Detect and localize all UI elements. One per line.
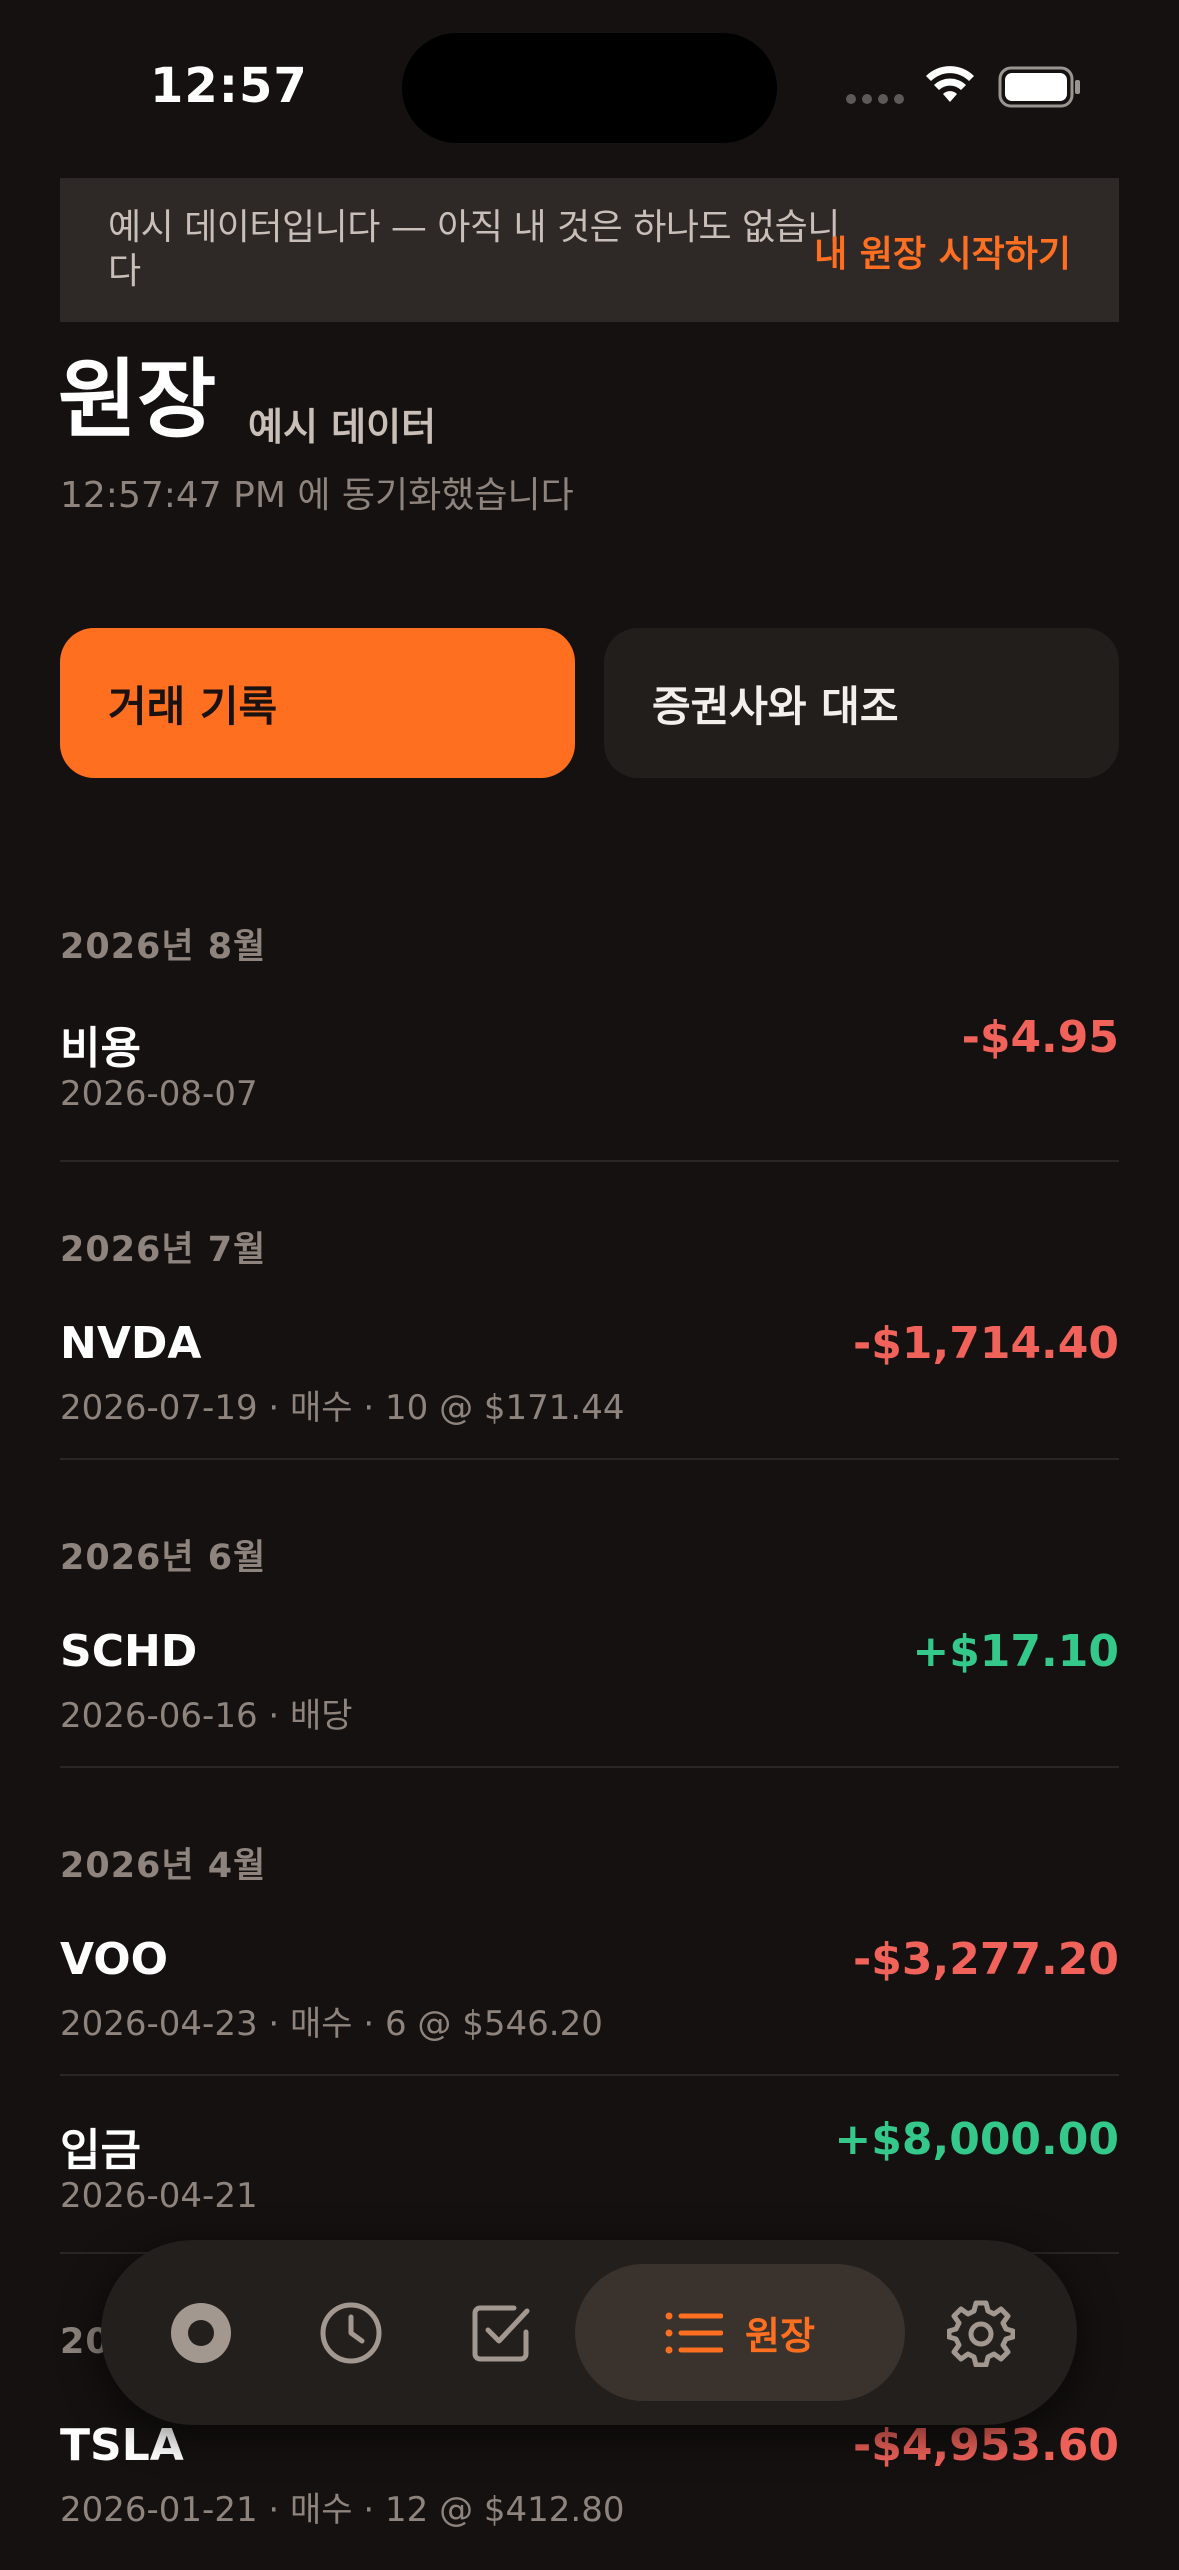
entry-name: NVDA <box>60 1318 202 1369</box>
ledger-row[interactable]: NVDA 2026-07-19 · 매수 · 10 @ $171.44 -$1,… <box>60 1318 1119 1460</box>
cellular-signal-icon <box>846 94 904 104</box>
overview-icon <box>171 2302 231 2363</box>
entry-detail: 2026-07-19 · 매수 · 10 @ $171.44 <box>60 1388 625 1428</box>
entry-detail: 2026-06-16 · 배당 <box>60 1696 353 1736</box>
sample-data-tag: 예시 데이터 <box>248 405 437 449</box>
dynamic-island <box>402 33 777 143</box>
battery-icon <box>998 66 1080 108</box>
gear-icon <box>947 2300 1015 2367</box>
checklist-icon <box>472 2305 530 2361</box>
month-header: 2026년 8월 <box>60 927 267 967</box>
tab-ledger[interactable]: 원장 <box>575 2264 905 2401</box>
ledger-row[interactable]: SCHD 2026-06-16 · 배당 +$17.10 <box>60 1626 1119 1768</box>
month-header: 2026년 6월 <box>60 1538 267 1578</box>
entry-amount: -$3,277.20 <box>853 1934 1119 1985</box>
tab-checklist[interactable] <box>451 2240 551 2425</box>
tab-overview[interactable] <box>151 2240 251 2425</box>
entry-detail: 2026-04-21 <box>60 2176 258 2216</box>
entry-name: 입금 <box>60 2125 141 2176</box>
ledger-row[interactable]: TSLA 2026-01-21 · 매수 · 12 @ $412.80 -$4,… <box>60 2420 1119 2570</box>
reconcile-broker-button[interactable]: 증권사와 대조 <box>604 628 1119 778</box>
wifi-icon <box>926 66 974 102</box>
entry-detail: 2026-01-21 · 매수 · 12 @ $412.80 <box>60 2490 625 2530</box>
history-icon <box>320 2302 382 2363</box>
entry-amount: +$17.10 <box>912 1626 1119 1677</box>
month-header: 2026년 4월 <box>60 1846 267 1886</box>
entry-detail: 2026-08-07 <box>60 1074 258 1114</box>
entry-name: SCHD <box>60 1626 198 1677</box>
entry-amount: -$4.95 <box>961 1012 1119 1063</box>
tab-settings[interactable] <box>931 2240 1031 2425</box>
entry-name: 비용 <box>60 1023 141 1074</box>
start-ledger-link[interactable]: 내 원장 시작하기 <box>814 225 1071 277</box>
entry-name: VOO <box>60 1934 169 1985</box>
entry-detail: 2026-04-23 · 매수 · 6 @ $546.20 <box>60 2004 603 2044</box>
tab-ledger-label: 원장 <box>745 2314 815 2358</box>
entry-amount: +$8,000.00 <box>834 2114 1119 2165</box>
ledger-row[interactable]: VOO 2026-04-23 · 매수 · 6 @ $546.20 -$3,27… <box>60 1934 1119 2076</box>
entry-name: TSLA <box>60 2420 184 2471</box>
entry-amount: -$1,714.40 <box>853 1318 1119 1369</box>
ledger-row[interactable]: 비용 2026-08-07 -$4.95 <box>60 1012 1119 1162</box>
record-transaction-button[interactable]: 거래 기록 <box>60 628 575 778</box>
month-header: 2026년 7월 <box>60 1230 267 1270</box>
ledger-list-icon <box>665 2312 724 2353</box>
sample-data-banner: 예시 데이터입니다 — 아직 내 것은 하나도 없습니다 내 원장 시작하기 <box>60 178 1119 322</box>
tab-bar: 원장 <box>101 2240 1077 2425</box>
page-title: 원장 <box>58 350 217 450</box>
banner-message: 예시 데이터입니다 — 아직 내 것은 하나도 없습니다 <box>108 207 840 292</box>
tab-history[interactable] <box>301 2240 401 2425</box>
ledger-row[interactable]: 입금 2026-04-21 +$8,000.00 <box>60 2114 1119 2254</box>
sync-status: 12:57:47 PM 에 동기화했습니다 <box>60 475 574 516</box>
entry-amount: -$4,953.60 <box>853 2420 1119 2471</box>
status-time: 12:57 <box>150 58 308 114</box>
